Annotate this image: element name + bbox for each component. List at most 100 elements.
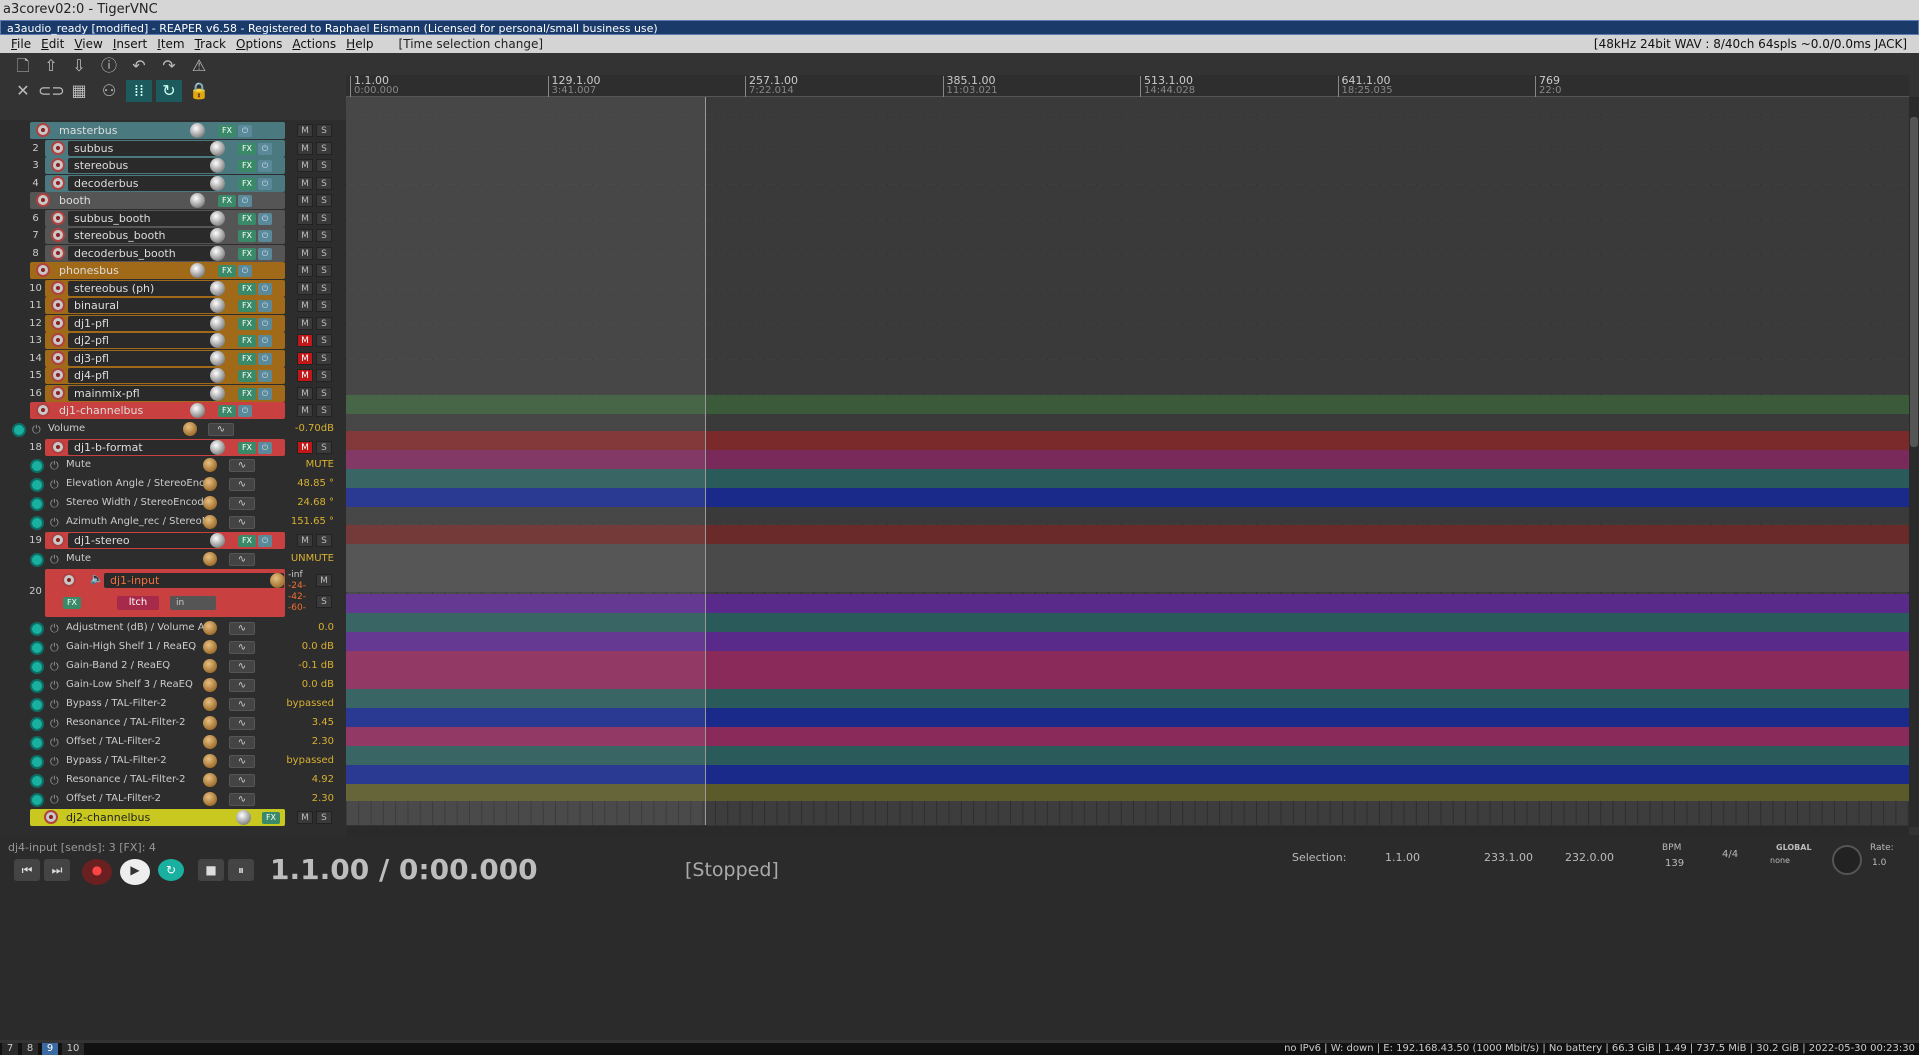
arrange-view[interactable] — [346, 97, 1909, 825]
volume-knob[interactable] — [210, 533, 225, 548]
track-name[interactable]: dj1-stereo — [68, 533, 218, 548]
envelope-row[interactable]: ⏻ Stereo Width / StereoEncode ∿ 24.68 ° — [0, 494, 346, 513]
ripple-edit-icon[interactable]: ⊂⊃ — [38, 80, 65, 102]
track-row[interactable]: 5boothFX⏻MS — [0, 192, 346, 209]
solo-button[interactable]: S — [316, 211, 332, 225]
mute-button[interactable]: M — [297, 299, 313, 312]
envelope-knob[interactable] — [203, 696, 217, 711]
envelope-active-icon[interactable] — [12, 422, 26, 437]
track-row[interactable]: 18 dj1-b-format FX ⏻ M S — [0, 438, 346, 456]
record-arm-icon[interactable] — [51, 245, 65, 260]
solo-button[interactable]: S — [316, 176, 332, 190]
envelope-knob[interactable] — [203, 734, 217, 749]
fx-button[interactable]: FX — [238, 387, 256, 400]
fx-bypass-icon[interactable]: ⏻ — [258, 317, 272, 330]
record-arm-icon[interactable] — [36, 123, 50, 137]
track-name[interactable]: subbus — [68, 140, 218, 156]
time-signature[interactable]: 4/4 — [1722, 849, 1738, 860]
item-grouping-icon[interactable]: ▦ — [66, 80, 92, 102]
record-arm-icon[interactable] — [51, 333, 65, 347]
fx-bypass-icon[interactable]: ⏻ — [258, 535, 272, 547]
solo-button[interactable]: S — [316, 810, 332, 824]
input-select-button[interactable]: in — [170, 595, 216, 610]
record-arm-icon[interactable] — [62, 572, 76, 587]
timeline-ruler[interactable]: 1.1.00 0:00.000 129.1.00 3:41.007 257.1.00 7:… — [346, 75, 1909, 97]
envelope-row[interactable]: ⏻ Volume ∿ -0.70dB — [0, 420, 346, 439]
solo-button[interactable]: S — [316, 194, 332, 207]
envelope-active-icon[interactable] — [30, 697, 44, 712]
mute-button[interactable]: M — [297, 211, 313, 225]
mute-button[interactable]: M — [297, 141, 313, 155]
volume-knob[interactable] — [190, 263, 205, 278]
track-name[interactable]: mainmix-pfl — [68, 385, 218, 401]
track-row[interactable]: 19 dj1-stereo FX ⏻ M S — [0, 532, 346, 549]
envelope-active-icon[interactable] — [30, 552, 44, 567]
track-name[interactable]: stereobus (ph) — [68, 280, 218, 296]
solo-button[interactable]: S — [316, 229, 332, 242]
envelope-knob[interactable] — [203, 772, 217, 787]
envelope-active-icon[interactable] — [30, 792, 44, 807]
record-arm-icon[interactable] — [44, 809, 58, 824]
envelope-active-icon[interactable] — [30, 497, 44, 511]
volume-knob[interactable] — [190, 193, 205, 208]
envelope-bypass-icon[interactable]: ⏻ — [50, 516, 59, 530]
fx-bypass-icon[interactable]: ⏻ — [258, 300, 272, 312]
track-row[interactable]: 2 subbus FX ⏻ M S — [0, 139, 346, 157]
volume-knob[interactable] — [210, 333, 225, 348]
solo-button[interactable]: S — [316, 264, 332, 277]
envelope-knob[interactable] — [203, 458, 217, 472]
fx-bypass-icon[interactable]: ⏻ — [258, 335, 272, 347]
track-row[interactable]: 1masterbusFX⏻MS — [0, 122, 346, 139]
envelope-value[interactable]: 3.45 — [312, 717, 334, 728]
track-row[interactable]: 6 subbus_booth FX ⏻ M S — [0, 209, 346, 227]
fx-button[interactable]: FX — [238, 212, 256, 225]
track-number[interactable]: 3 — [28, 157, 43, 174]
fx-button[interactable]: FX — [238, 142, 256, 155]
volume-knob[interactable] — [236, 809, 251, 825]
envelope-active-icon[interactable] — [30, 678, 44, 693]
envelope-row[interactable]: ⏻ Gain-Band 2 / ReaEQ ∿ -0.1 dB — [0, 657, 346, 676]
envelope-value[interactable]: 0.0 — [318, 622, 334, 633]
loop-icon[interactable]: ↻ — [156, 80, 182, 102]
solo-button[interactable]: S — [316, 299, 332, 312]
envelope-value[interactable]: 151.65 ° — [291, 516, 334, 527]
record-arm-icon[interactable] — [51, 533, 65, 547]
go-to-end-icon[interactable]: ⏭ — [44, 859, 70, 881]
envelope-knob[interactable] — [203, 477, 217, 491]
volume-knob[interactable] — [210, 298, 225, 313]
fx-bypass-icon[interactable]: ⏻ — [258, 212, 272, 225]
fx-button[interactable]: FX — [238, 335, 256, 347]
fx-button[interactable]: FX — [63, 596, 81, 609]
fx-button[interactable]: FX — [262, 811, 280, 824]
envelope-knob[interactable] — [203, 715, 217, 730]
envelope-value[interactable]: 0.0 dB — [302, 679, 334, 690]
track-row[interactable]: 20 🔈 dj1-input FX ltch in -inf -24- -42- -60- M S — [0, 568, 346, 617]
fx-button[interactable]: FX — [238, 177, 256, 190]
track-row[interactable]: 12 dj1-pfl FX ⏻ M S — [0, 314, 346, 332]
envelope-knob[interactable] — [203, 791, 217, 806]
fx-button[interactable]: FX — [218, 265, 236, 277]
track-number[interactable]: 18 — [28, 439, 43, 456]
selection-length[interactable]: 232.0.00 — [1565, 851, 1614, 864]
track-row[interactable]: 3 stereobus FX ⏻ M S — [0, 157, 346, 174]
envelope-bypass-icon[interactable]: ⏻ — [50, 497, 59, 511]
envelope-value[interactable]: 24.68 ° — [297, 497, 334, 508]
fx-button[interactable]: FX — [238, 352, 256, 365]
mute-button[interactable]: M — [297, 246, 313, 260]
menu-track[interactable]: Track — [190, 35, 231, 53]
track-row[interactable]: dj2-channelbus FX M S — [0, 808, 346, 826]
track-row[interactable]: 10 stereobus (ph) FX ⏻ M S — [0, 279, 346, 297]
envelope-value[interactable]: MUTE — [306, 459, 334, 470]
envelope-row[interactable]: ⏻ Bypass / TAL-Filter-2 ∿ bypassed — [0, 752, 346, 771]
solo-button[interactable]: S — [316, 404, 332, 417]
record-arm-icon[interactable] — [51, 315, 65, 330]
envelope-shape-button[interactable]: ∿ — [229, 459, 255, 472]
record-arm-icon[interactable] — [51, 350, 65, 365]
redo-icon[interactable]: ↷ — [156, 55, 182, 77]
track-number[interactable]: 12 — [28, 315, 43, 332]
track-name[interactable]: masterbus — [53, 123, 185, 138]
envelope-value[interactable]: 0.0 dB — [302, 641, 334, 652]
record-arm-icon[interactable] — [51, 140, 65, 155]
record-arm-icon[interactable] — [36, 263, 50, 277]
menu-help[interactable]: Help — [341, 35, 378, 53]
